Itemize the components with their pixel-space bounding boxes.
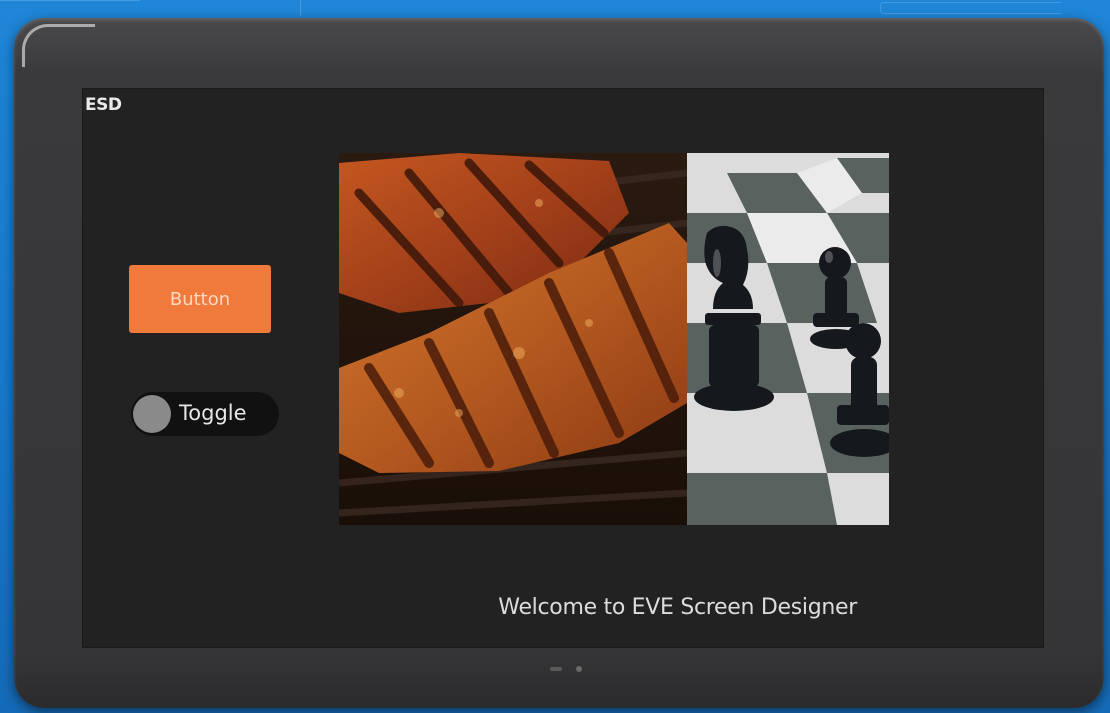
grilled-meat-image [339,153,687,525]
page-indicator [550,666,582,672]
page-dot-inactive[interactable] [550,667,562,671]
esd-button[interactable]: Button [129,265,271,333]
toggle-label: Toggle [179,401,247,425]
circuit-trace [300,0,301,16]
chess-pieces-illustration [687,153,889,525]
circuit-trace [0,0,140,1]
display-screen: ESD Button Toggle Welcome to EVE Screen … [82,88,1044,648]
grilled-meat-illustration [339,153,687,525]
esd-logo: ESD [85,95,122,115]
chess-pieces-image [687,153,889,525]
toggle-switch[interactable]: Toggle [131,392,279,436]
bezel-highlight [22,24,95,67]
page-dot-active[interactable] [576,666,582,672]
welcome-text: Welcome to EVE Screen Designer [498,595,857,620]
toggle-knob [133,395,171,433]
circuit-trace [880,2,1061,14]
